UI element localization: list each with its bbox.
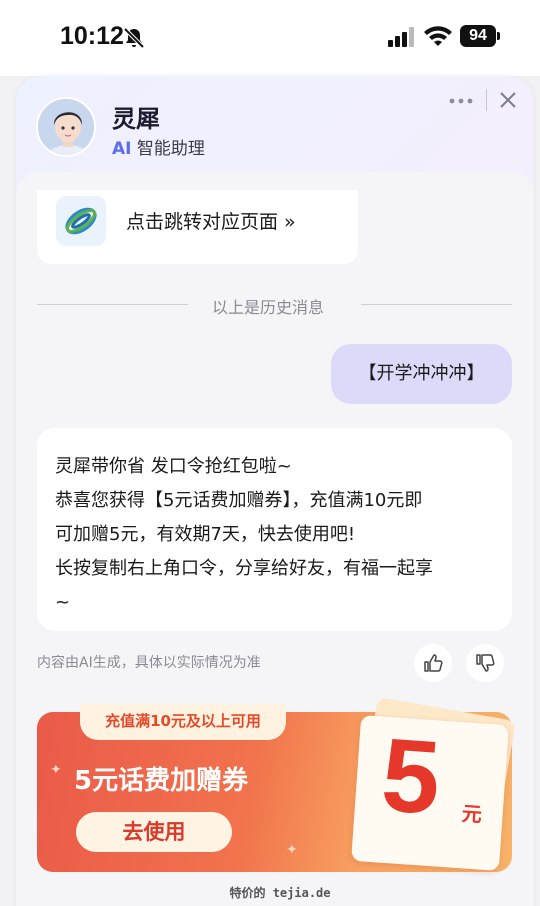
history-divider-right [361,304,512,305]
like-button[interactable] [414,644,452,682]
assistant-subtitle: AI 智能助理 [112,134,205,159]
thumbs-down-icon [476,654,495,672]
coupon-title: 5元话费加赠券 [74,766,249,796]
ai-label: AI [112,139,132,159]
watermark-text: 特价的 tejia.de [229,886,331,900]
china-mobile-logo-graphic [65,207,97,235]
sparkle-icon: ✦ [286,842,298,858]
assistant-avatar [36,97,96,157]
dislike-button[interactable] [466,644,504,682]
header-divider [486,89,487,111]
sparkle-icon: ✦ [50,762,62,778]
close-icon[interactable] [498,90,518,110]
link-text[interactable]: 点击跳转对应页面 » [126,207,296,234]
china-mobile-logo [56,196,106,246]
bot-message-line: 长按复制右上角口令，分享给好友，有福一起享 [55,558,433,579]
status-time: 10:12 [60,22,124,50]
coupon-amount: 5 [378,717,444,837]
user-message-bubble[interactable]: 【开学冲冲冲】 [331,344,512,404]
history-divider-left [37,304,188,305]
wifi-icon [424,26,452,46]
signal-icon [388,27,414,47]
bot-message-bubble[interactable]: 灵犀带你省 发口令抢红包啦~ 恭喜您获得【5元话费加赠券】，充值满10元即 可加… [37,428,512,631]
bot-message-line: 可加赠5元，有效期7天，快去使用吧! [55,524,356,545]
bell-off-icon [123,27,145,49]
use-coupon-button[interactable]: 去使用 [76,812,232,852]
battery-indicator: 94 [460,25,496,47]
assistant-subtitle-text: 智能助理 [136,139,205,159]
bot-message-line: ~ [55,592,71,613]
assistant-name: 灵犀 [112,105,160,133]
coupon-condition: 充值满10元及以上可用 [80,704,286,740]
more-icon[interactable] [448,94,474,108]
battery-tip [497,32,500,40]
coupon-unit: 元 [461,801,483,827]
watermark: 特价的 tejia.de [160,884,400,901]
thumbs-up-icon [424,654,443,672]
bot-message-line: 灵犀带你省 发口令抢红包啦~ [55,456,292,477]
bot-message-line: 恭喜您获得【5元话费加赠券】，充值满10元即 [55,490,423,511]
history-label: 以上是历史消息 [212,298,325,317]
ai-disclaimer: 内容由AI生成，具体以实际情况为准 [37,655,261,671]
status-bar: 10:12 94 [0,0,540,76]
